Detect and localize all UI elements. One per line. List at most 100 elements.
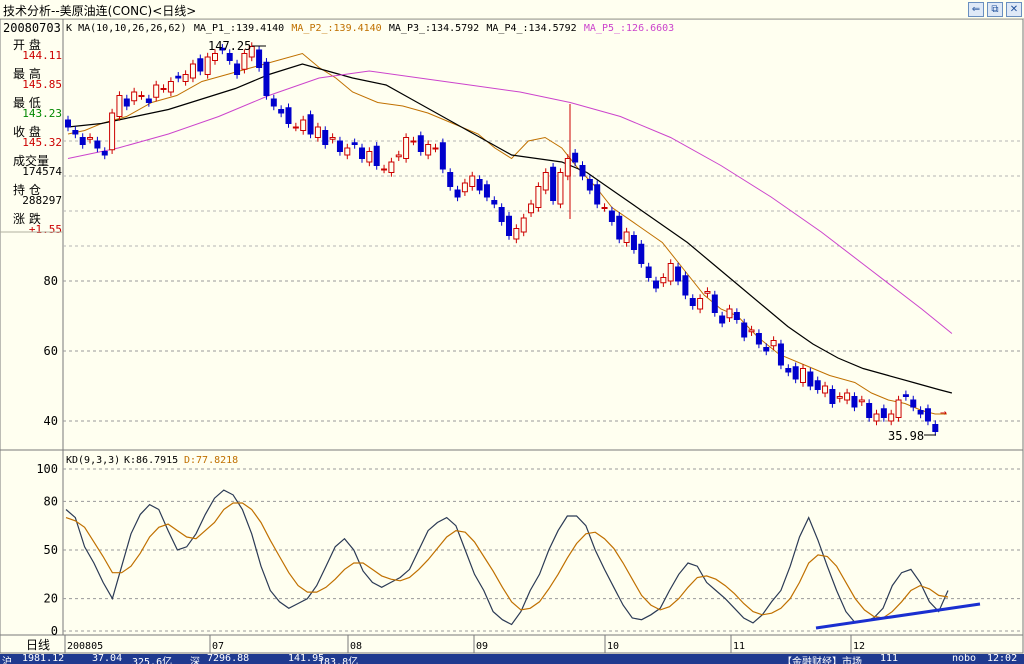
high-annotation: 147.25 xyxy=(208,39,251,53)
candle-body xyxy=(138,95,145,97)
chart-area[interactable]: 40 60 80 K MA(10,10,26,26,62) MA_P1_:139.4140… xyxy=(0,19,1024,654)
window-title: 技术分析--美原油连(CONC)<日线> xyxy=(3,4,197,18)
candle-body xyxy=(491,200,498,205)
restore-icon[interactable]: ⧉ xyxy=(987,2,1003,17)
price-legend-item: K xyxy=(66,23,72,34)
candle-body xyxy=(417,135,424,152)
candle-body xyxy=(719,315,726,324)
window-titlebar: 技术分析--美原油连(CONC)<日线> ⇐ ⧉ ✕ xyxy=(0,0,1024,19)
candle-body xyxy=(520,217,527,233)
candle-body xyxy=(123,98,130,107)
price-legend-item: MA_P2_:139.4140 xyxy=(291,23,381,34)
candle-body xyxy=(167,81,174,93)
status-item: 深 xyxy=(190,657,200,664)
candle-body xyxy=(777,343,784,366)
candle-body xyxy=(351,142,358,145)
status-item: nobo xyxy=(952,654,977,664)
candle-body xyxy=(189,63,196,79)
candle-body xyxy=(366,151,373,163)
candle-body xyxy=(785,368,792,373)
candle-body xyxy=(594,184,601,205)
kd-legend-item: KD(9,3,3) xyxy=(66,455,120,466)
x-tick-label: 07 xyxy=(212,641,224,652)
candle-body xyxy=(836,396,843,399)
candle-body xyxy=(145,98,152,103)
candle-body xyxy=(131,91,138,102)
candle-body xyxy=(689,298,696,306)
candle-body xyxy=(682,275,689,296)
kd-legend-item: D:77.8218 xyxy=(184,455,238,466)
restore-left-icon[interactable]: ⇐ xyxy=(968,2,984,17)
candle-body xyxy=(226,53,233,61)
candle-body xyxy=(285,107,292,124)
kd-legend-item: K:86.7915 xyxy=(124,455,178,466)
candle-body xyxy=(256,49,263,68)
candle-body xyxy=(902,394,909,397)
price-y-tick: 60 xyxy=(44,344,58,358)
candle-body xyxy=(359,147,365,159)
candle-body xyxy=(322,130,329,145)
candle-body xyxy=(763,347,770,352)
candle-body xyxy=(888,413,895,422)
candle-body xyxy=(653,280,659,289)
candle-body xyxy=(314,126,321,138)
candle-body xyxy=(528,203,535,214)
candle-body xyxy=(197,58,204,72)
close-icon[interactable]: ✕ xyxy=(1006,2,1022,17)
x-tick-label: 10 xyxy=(607,641,619,652)
candle-body xyxy=(792,366,799,380)
candle-body xyxy=(586,179,593,191)
status-item: 37.04 xyxy=(92,654,123,664)
price-legend-item: MA_P1_:139.4140 xyxy=(194,23,284,34)
candle-body xyxy=(616,215,623,240)
candle-body xyxy=(579,165,586,177)
candle-body xyxy=(704,291,711,294)
candle-body xyxy=(895,399,902,418)
price-legend-item: MA_P5_:126.6603 xyxy=(584,23,674,34)
candle-body xyxy=(381,168,388,171)
status-item: 183.8亿 xyxy=(318,657,359,664)
candle-body xyxy=(535,186,542,208)
candle-body xyxy=(733,312,740,320)
candle-body xyxy=(307,114,314,135)
status-item: 沪 xyxy=(2,657,12,664)
candle-body xyxy=(858,399,865,403)
candle-body xyxy=(116,95,123,117)
kd-line xyxy=(65,502,949,619)
x-tick-label: 09 xyxy=(476,641,488,652)
candle-body xyxy=(770,340,777,347)
candle-body xyxy=(476,179,483,191)
candle-body xyxy=(645,266,652,278)
candle-body xyxy=(344,147,351,156)
candle-body xyxy=(726,308,733,319)
x-tick-label: 11 xyxy=(733,641,745,652)
candle-body xyxy=(880,408,887,418)
kd-y-tick: 100 xyxy=(36,462,58,476)
candle-body xyxy=(866,403,873,418)
candle-body xyxy=(667,263,674,282)
x-tick-label: 08 xyxy=(350,641,362,652)
status-item: 12:02 xyxy=(987,654,1018,664)
candle-body xyxy=(741,322,748,338)
candle-body xyxy=(557,172,564,205)
status-item: 【金融财经】市场 xyxy=(782,657,862,664)
price-legend-item: MA_P3_:134.5792 xyxy=(389,23,479,34)
candle-body xyxy=(483,184,490,198)
moving-average-line xyxy=(67,70,953,334)
candle-body xyxy=(697,298,704,310)
market-status-bar: 沪 1981.12 37.04 325.6亿深 7296.88 141.95 183.8亿【… xyxy=(0,654,1024,664)
candle-body xyxy=(822,385,829,394)
candle-body xyxy=(234,63,241,75)
candle-body xyxy=(800,368,806,383)
candle-body xyxy=(513,228,520,240)
candle-body xyxy=(814,380,821,390)
status-item: 1981.12 xyxy=(22,654,65,664)
candle-body xyxy=(182,74,189,82)
candle-body xyxy=(748,329,755,333)
candle-body xyxy=(542,172,549,191)
status-item: 111 xyxy=(880,654,899,664)
candle-body xyxy=(844,392,851,401)
candle-body xyxy=(72,130,79,135)
candle-body xyxy=(498,207,505,222)
price-legend-item: MA_P4_:134.5792 xyxy=(486,23,576,34)
